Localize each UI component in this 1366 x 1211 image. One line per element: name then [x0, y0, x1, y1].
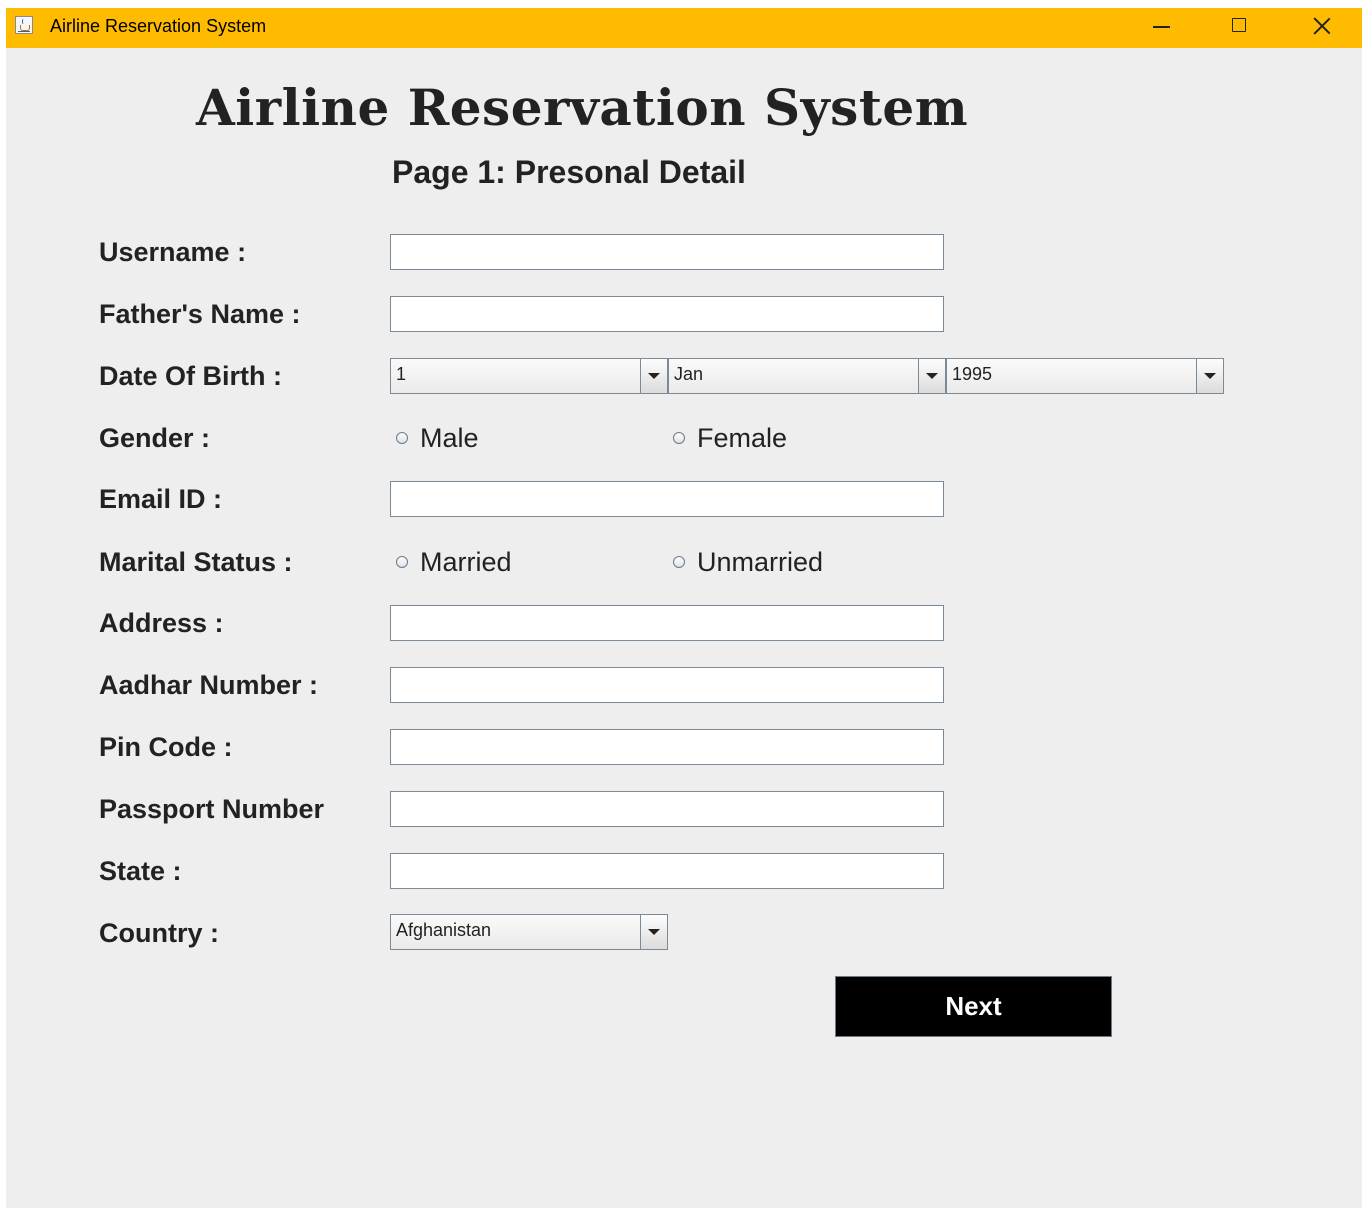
username-label: Username :: [99, 237, 247, 267]
app-window: Airline Reservation System Airline Reser…: [6, 8, 1362, 1208]
passport-label: Passport Number: [99, 794, 325, 824]
chevron-down-icon: [648, 929, 660, 935]
pin-code-input[interactable]: [390, 729, 944, 765]
radio-circle-icon: [673, 432, 685, 444]
country-label: Country :: [99, 918, 219, 948]
address-label: Address :: [99, 608, 224, 638]
java-app-icon: [15, 16, 33, 34]
dob-month-value: Jan: [674, 364, 704, 384]
dob-day-select[interactable]: 1: [390, 358, 668, 394]
address-input[interactable]: [390, 605, 944, 641]
dob-day-value: 1: [396, 364, 407, 384]
radio-circle-icon: [673, 556, 685, 568]
gender-female-radio[interactable]: Female: [667, 421, 887, 457]
gender-female-label: Female: [697, 423, 788, 453]
next-button[interactable]: Next: [835, 976, 1112, 1037]
passport-input[interactable]: [390, 791, 944, 827]
close-button[interactable]: [1280, 8, 1360, 48]
chevron-down-icon: [648, 373, 660, 379]
aadhar-label: Aadhar Number :: [99, 670, 319, 700]
dob-day-dropdown[interactable]: [640, 359, 667, 393]
radio-circle-icon: [396, 556, 408, 568]
page-title: Airline Reservation System: [196, 78, 969, 137]
state-input[interactable]: [390, 853, 944, 889]
maximize-icon: [1232, 18, 1246, 32]
dob-year-value: 1995: [952, 364, 993, 384]
minimize-button[interactable]: [1120, 8, 1200, 48]
email-label: Email ID :: [99, 484, 223, 514]
country-value: Afghanistan: [396, 920, 492, 940]
marital-married-label: Married: [420, 547, 512, 577]
gender-label: Gender :: [99, 423, 211, 453]
marital-status-label: Marital Status :: [99, 547, 293, 577]
dob-month-dropdown[interactable]: [918, 359, 945, 393]
state-label: State :: [99, 856, 182, 886]
marital-married-radio[interactable]: Married: [390, 545, 610, 581]
username-input[interactable]: [390, 234, 944, 270]
maximize-button[interactable]: [1200, 8, 1280, 48]
dob-label: Date Of Birth :: [99, 361, 283, 391]
marital-unmarried-label: Unmarried: [697, 547, 824, 577]
country-dropdown[interactable]: [640, 915, 667, 949]
father-name-label: Father's Name :: [99, 299, 301, 329]
chevron-down-icon: [1204, 373, 1216, 379]
dob-year-dropdown[interactable]: [1196, 359, 1223, 393]
pin-code-label: Pin Code :: [99, 732, 233, 762]
radio-circle-icon: [396, 432, 408, 444]
title-bar[interactable]: Airline Reservation System: [6, 8, 1362, 48]
email-input[interactable]: [390, 481, 944, 517]
marital-unmarried-radio[interactable]: Unmarried: [667, 545, 927, 581]
minimize-icon: [1153, 26, 1170, 28]
country-select[interactable]: Afghanistan: [390, 914, 668, 950]
page-subtitle: Page 1: Presonal Detail: [392, 154, 746, 190]
father-name-input[interactable]: [390, 296, 944, 332]
gender-male-radio[interactable]: Male: [390, 421, 590, 457]
chevron-down-icon: [926, 373, 938, 379]
gender-male-label: Male: [420, 423, 479, 453]
aadhar-input[interactable]: [390, 667, 944, 703]
window-title: Airline Reservation System: [50, 16, 267, 36]
dob-month-select[interactable]: Jan: [668, 358, 946, 394]
dob-year-select[interactable]: 1995: [946, 358, 1224, 394]
close-icon: [1313, 17, 1331, 35]
